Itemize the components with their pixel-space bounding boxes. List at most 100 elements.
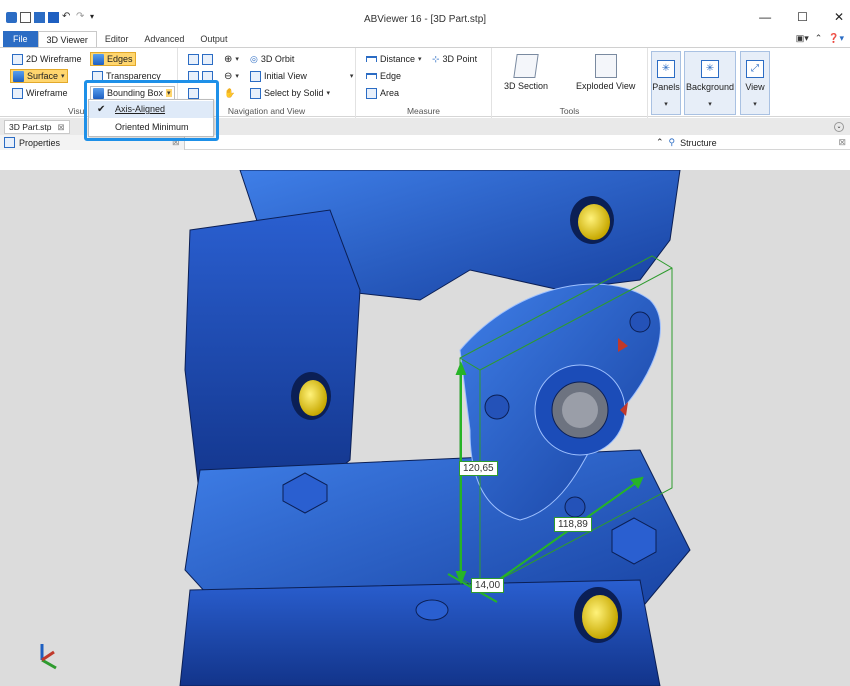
area-icon — [366, 87, 377, 99]
group-tools: 3D Section Exploded View Tools — [492, 48, 648, 118]
tab-editor[interactable]: Editor — [97, 31, 137, 47]
3d-point-button[interactable]: ⊹ 3D Point — [430, 52, 479, 66]
zoom-window-icon — [202, 53, 213, 65]
dimension-width-label: 118,89 — [554, 517, 592, 532]
group-label-tools: Tools — [559, 106, 580, 116]
properties-panel-title[interactable]: Properties — [4, 137, 60, 148]
background-icon: ✳ — [701, 60, 719, 78]
bounding-box-icon — [93, 87, 104, 99]
chevron-down-icon: ▾ — [664, 101, 668, 108]
hand-button[interactable]: ✋ — [222, 86, 237, 100]
edge-button[interactable]: Edge — [364, 69, 403, 83]
menu-item-axis-aligned[interactable]: ✔ Axis-Aligned — [89, 101, 213, 118]
zoom-out-icon: ⊖ — [224, 70, 233, 82]
layout-icon[interactable]: ▣▾ — [796, 33, 809, 44]
hand-icon: ✋ — [224, 87, 236, 98]
maximize-button[interactable]: ☐ — [797, 10, 808, 24]
chevron-up-icon: ⌃ — [656, 137, 664, 147]
chevron-down-icon: ▾ — [753, 101, 757, 108]
bounding-box-button[interactable]: Bounding Box ▾ — [90, 86, 175, 100]
help-icon[interactable]: ❓▾ — [828, 33, 844, 44]
title-bar: ↶ ↷ ▾ ABViewer 16 - [3D Part.stp] — ☐ ✕ — [0, 0, 850, 30]
window-title: ABViewer 16 - [3D Part.stp] — [363, 14, 487, 25]
distance-icon — [366, 56, 377, 62]
edge-icon — [366, 73, 377, 79]
fit-icon — [188, 70, 199, 82]
chevron-down-icon: ▾ — [349, 73, 354, 80]
edges-button[interactable]: Edges — [90, 52, 136, 66]
tab-file[interactable]: File — [3, 31, 38, 47]
transparency-button[interactable]: Transparency — [90, 69, 163, 83]
fit-view-button[interactable] — [186, 69, 215, 83]
panels-icon: ✳ — [657, 60, 675, 78]
menu-item-oriented-minimum[interactable]: Oriented Minimum — [89, 119, 213, 136]
3d-viewport[interactable]: 120,65 118,89 14,00 — [0, 170, 850, 686]
surface-icon — [13, 70, 24, 82]
minimize-ribbon-icon[interactable]: ⌃ — [815, 33, 823, 44]
section-icon — [513, 54, 539, 78]
document-tab[interactable]: 3D Part.stp ⊠ — [4, 120, 70, 134]
area-button[interactable]: Area — [364, 86, 401, 100]
wireframe-2d-button[interactable]: 2D Wireframe — [10, 52, 84, 66]
orbit-icon: ◎ — [250, 53, 258, 64]
close-tab-icon[interactable]: ⊠ — [58, 121, 65, 133]
ribbon-right-controls: ▣▾ ⌃ ❓▾ — [796, 33, 844, 44]
rotate-button[interactable] — [186, 86, 201, 100]
wireframe-button[interactable]: Wireframe — [10, 86, 70, 100]
edges-icon — [93, 53, 104, 65]
group-measure: Distance ▾ ⊹ 3D Point Edge Area Measure — [356, 48, 492, 118]
checkmark-icon: ✔ — [97, 104, 106, 115]
exploded-view-button[interactable]: Exploded View — [576, 54, 635, 91]
view-button[interactable]: ⤢ View ▾ — [740, 51, 770, 115]
axis-triad-icon — [40, 644, 57, 670]
panel-header-strip: Properties ⊠ ⌃ ⚲ Structure ⊠ — [0, 135, 850, 150]
tab-output[interactable]: Output — [192, 31, 235, 47]
pan-icon — [188, 53, 199, 65]
zoom-out-button[interactable]: ⊖ ▾ — [222, 69, 241, 83]
wireframe-2d-icon — [12, 53, 23, 65]
initial-view-icon — [250, 70, 261, 82]
group-label-measure: Measure — [406, 106, 441, 116]
chevron-down-icon: ▾ — [418, 56, 422, 63]
zoom-button[interactable]: ⊕ ▾ — [222, 52, 241, 66]
ribbon-tabs: File 3D Viewer Editor Advanced Output — [0, 31, 850, 47]
window-controls: — ☐ ✕ — [759, 10, 844, 24]
dimension-height-label: 120,65 — [459, 461, 498, 476]
pan-tool-button[interactable] — [186, 52, 215, 66]
properties-icon — [4, 137, 15, 148]
collapse-panel-icon[interactable]: ⌄ — [834, 122, 844, 132]
select-solid-icon — [250, 87, 261, 99]
exploded-view-icon — [594, 54, 617, 78]
select-by-solid-button[interactable]: Select by Solid ▾ — [248, 86, 332, 100]
chevron-down-icon: ▾ — [326, 90, 331, 97]
structure-icon: ⚲ — [668, 137, 676, 147]
model-render — [40, 170, 691, 686]
chevron-down-icon: ▾ — [708, 101, 712, 108]
background-button[interactable]: ✳ Background ▾ — [684, 51, 736, 115]
chevron-down-icon: ▾ — [166, 89, 172, 97]
initial-view-button[interactable]: Initial View ▾ — [248, 69, 355, 83]
structure-close-icon[interactable]: ⊠ — [838, 137, 846, 148]
fullscreen-icon: ⤢ — [746, 60, 764, 78]
3d-orbit-button[interactable]: ◎ 3D Orbit — [248, 52, 296, 66]
panels-button[interactable]: ✳ Panels ▾ — [651, 51, 681, 115]
distance-button[interactable]: Distance ▾ — [364, 52, 424, 66]
close-button[interactable]: ✕ — [834, 10, 844, 24]
structure-panel-title[interactable]: ⌃ ⚲ Structure — [656, 137, 717, 148]
surface-button[interactable]: Surface ▾ — [10, 69, 68, 83]
dimension-depth-label: 14,00 — [471, 578, 505, 593]
rotate-icon — [188, 87, 199, 99]
viewport-top-margin — [0, 151, 850, 170]
properties-close-icon[interactable]: ⊠ — [172, 137, 180, 148]
chevron-down-icon: ▾ — [235, 56, 239, 63]
chevron-down-icon: ▾ — [235, 73, 239, 80]
zoom-extents-icon — [202, 70, 213, 82]
3d-section-button[interactable]: 3D Section — [504, 54, 548, 91]
tab-advanced[interactable]: Advanced — [136, 31, 192, 47]
point-icon: ⊹ — [432, 53, 440, 64]
tab-3d-viewer[interactable]: 3D Viewer — [37, 31, 97, 47]
transparency-icon — [92, 70, 103, 82]
document-tab-label: 3D Part.stp — [9, 122, 52, 132]
wireframe-icon — [12, 87, 23, 99]
minimize-button[interactable]: — — [759, 10, 771, 24]
